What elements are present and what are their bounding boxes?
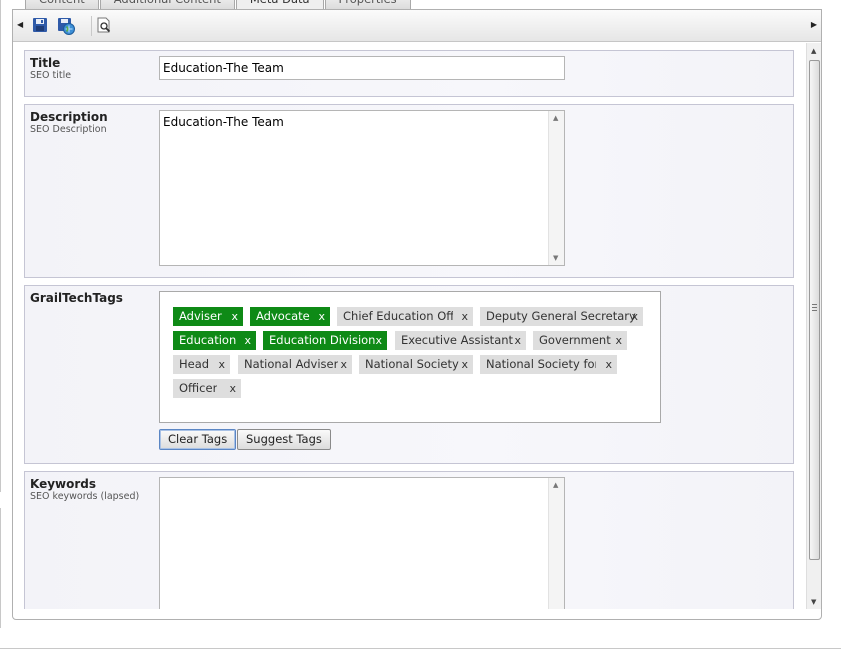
description-label: Description: [30, 110, 108, 124]
tag-item[interactable]: Education Division x: [263, 331, 387, 350]
description-scrollbar[interactable]: ▲ ▼: [548, 111, 564, 265]
save-publish-icon[interactable]: [57, 17, 75, 35]
scroll-down-icon[interactable]: ▼: [811, 598, 816, 606]
tag-item[interactable]: National Adviser x: [238, 355, 352, 374]
description-sublabel: SEO Description: [30, 124, 107, 135]
keywords-textarea[interactable]: ▲: [159, 477, 565, 609]
tag-remove-icon[interactable]: x: [229, 379, 236, 398]
editor-panel: ◀ ▶ Title SEO title Education-The Team D…: [12, 9, 822, 620]
tag-remove-icon[interactable]: x: [375, 331, 382, 350]
tag-label: Advocate: [256, 309, 310, 323]
tag-label: National Adviser: [244, 357, 339, 371]
keywords-label: Keywords: [30, 477, 97, 491]
tab-strip: Content Additional Content Meta Data Pro…: [25, 0, 412, 9]
scroll-up-icon[interactable]: ▲: [811, 47, 816, 55]
page-edge: [0, 0, 1, 492]
keywords-scrollbar[interactable]: ▲: [548, 478, 564, 609]
tag-remove-icon[interactable]: x: [340, 355, 347, 374]
keywords-sublabel: SEO keywords (lapsed): [30, 491, 140, 502]
tag-item[interactable]: Advocate x: [250, 307, 330, 326]
title-section: Title SEO title: [24, 50, 794, 97]
tag-label: Education Division: [269, 333, 376, 347]
tag-box[interactable]: Adviser x Advocate x Chief Education Off…: [159, 291, 661, 423]
main-scrollbar[interactable]: ▲ ▼: [806, 43, 821, 609]
tag-remove-icon[interactable]: x: [461, 307, 468, 326]
description-text: Education-The Team: [163, 115, 284, 129]
tag-label: Chief Education Officer: [343, 309, 453, 323]
tab-meta-data[interactable]: Meta Data: [235, 0, 324, 9]
tag-label: Executive Assistant: [401, 333, 514, 347]
tag-remove-icon[interactable]: x: [231, 307, 238, 326]
tag-item[interactable]: National Society for the x: [480, 355, 617, 374]
tag-item[interactable]: Officer x: [173, 379, 241, 398]
tag-item[interactable]: Chief Education Officer x: [337, 307, 473, 326]
tag-remove-icon[interactable]: x: [605, 355, 612, 374]
tab-properties[interactable]: Properties: [324, 0, 411, 9]
tab-content[interactable]: Content: [25, 0, 99, 9]
tag-item[interactable]: Deputy General Secretary x: [480, 307, 643, 326]
page-bottom-rule: [0, 648, 841, 649]
tag-item[interactable]: Head x: [173, 355, 230, 374]
description-section: Description SEO Description Education-Th…: [24, 104, 794, 278]
tag-label: Government: [539, 333, 611, 347]
title-label: Title: [30, 56, 61, 70]
tag-remove-icon[interactable]: x: [514, 331, 521, 350]
title-sublabel: SEO title: [30, 70, 72, 81]
save-icon[interactable]: [32, 17, 50, 35]
scroll-up-icon[interactable]: ▲: [553, 114, 558, 122]
toolbar-scroll-right-icon[interactable]: ▶: [811, 20, 817, 29]
scrollbar-thumb[interactable]: [809, 60, 820, 560]
tag-label: Head: [179, 357, 210, 371]
toolbar-scroll-left-icon[interactable]: ◀: [17, 20, 23, 29]
clear-tags-button[interactable]: Clear Tags: [159, 429, 237, 450]
tag-item[interactable]: Adviser x: [173, 307, 243, 326]
page-edge: [0, 508, 1, 628]
tag-remove-icon[interactable]: x: [615, 331, 622, 350]
title-input[interactable]: [159, 56, 565, 80]
scroll-down-icon[interactable]: ▼: [553, 254, 558, 262]
description-textarea[interactable]: Education-The Team ▲ ▼: [159, 110, 565, 266]
tag-label: Deputy General Secretary: [486, 309, 636, 323]
toolbar-separator: [91, 16, 92, 36]
form-content: Title SEO title Description SEO Descript…: [13, 43, 806, 609]
keywords-section: Keywords SEO keywords (lapsed) ▲: [24, 471, 794, 609]
tags-label: GrailTechTags: [30, 291, 123, 305]
tag-remove-icon[interactable]: x: [318, 307, 325, 326]
tag-label: National Society: [365, 357, 459, 371]
tag-remove-icon[interactable]: x: [218, 355, 225, 374]
toolbar: ◀ ▶: [13, 10, 821, 42]
preview-icon[interactable]: [96, 17, 114, 35]
tag-label: Officer: [179, 381, 218, 395]
tag-item[interactable]: Education x: [173, 331, 256, 350]
tag-item[interactable]: Executive Assistant x: [395, 331, 526, 350]
tag-item[interactable]: National Society x: [359, 355, 473, 374]
tag-label: Education: [179, 333, 237, 347]
tag-label: Adviser: [179, 309, 222, 323]
tag-label: National Society for the: [486, 357, 596, 371]
tag-remove-icon[interactable]: x: [244, 331, 251, 350]
scroll-up-icon[interactable]: ▲: [553, 481, 558, 489]
suggest-tags-button[interactable]: Suggest Tags: [237, 429, 331, 450]
tag-item[interactable]: Government x: [533, 331, 627, 350]
tag-remove-icon[interactable]: x: [461, 355, 468, 374]
tab-additional-content[interactable]: Additional Content: [99, 0, 235, 9]
scrollbar-grip-icon: [812, 304, 817, 311]
tags-section: GrailTechTags Adviser x Advocate x Chief…: [24, 285, 794, 464]
tag-remove-icon[interactable]: x: [631, 307, 638, 326]
